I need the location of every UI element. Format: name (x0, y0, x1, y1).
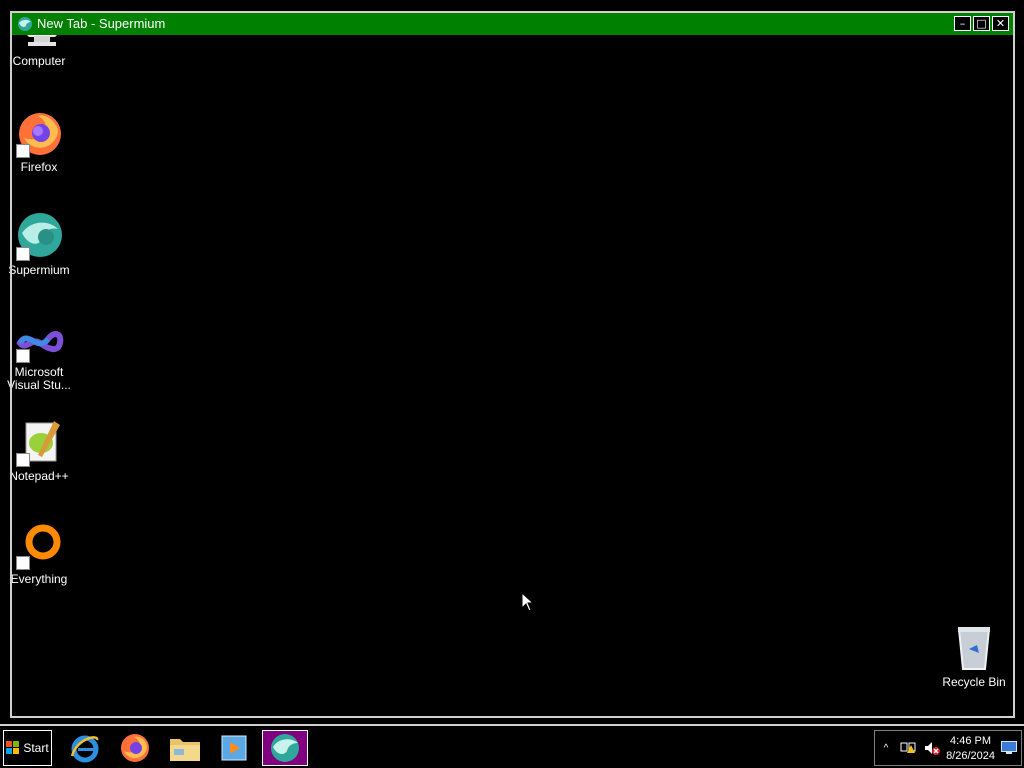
system-tray: ^ 4:46 PM 8/26/2024 (874, 730, 1022, 766)
window-controls: – □ ✕ (954, 16, 1009, 31)
media-player-icon (221, 735, 247, 761)
clock[interactable]: 4:46 PM 8/26/2024 (946, 734, 995, 764)
taskbar-app-ie[interactable] (62, 730, 108, 766)
supermium-icon (271, 734, 299, 762)
taskbar-app-file-explorer[interactable] (162, 730, 208, 766)
browser-window: New Tab - Supermium – □ ✕ (10, 11, 1015, 718)
maximize-button[interactable]: □ (973, 16, 990, 31)
minimize-button[interactable]: – (954, 16, 971, 31)
close-button[interactable]: ✕ (992, 16, 1009, 31)
clock-date: 8/26/2024 (946, 750, 995, 762)
supermium-icon (18, 17, 32, 31)
browser-content[interactable] (12, 35, 1013, 716)
mouse-cursor-icon (521, 592, 535, 612)
ie-icon (70, 735, 99, 763)
start-label: Start (23, 741, 49, 755)
window-titlebar[interactable]: New Tab - Supermium – □ ✕ (12, 13, 1013, 35)
volume-muted-icon[interactable] (923, 739, 941, 757)
clock-time: 4:46 PM (950, 735, 992, 747)
taskbar: Start ^ 4:46 PM 8/26/2024 (0, 724, 1024, 768)
window-title: New Tab - Supermium (37, 16, 166, 31)
show-hidden-icons-button[interactable]: ^ (879, 743, 893, 754)
show-desktop-icon[interactable] (1001, 741, 1017, 755)
folder-icon (170, 739, 200, 761)
taskbar-app-media-player[interactable] (211, 730, 257, 766)
network-icon[interactable] (899, 739, 917, 757)
taskbar-app-firefox[interactable] (112, 730, 158, 766)
start-button[interactable]: Start (3, 730, 52, 766)
taskbar-app-supermium[interactable] (262, 730, 308, 766)
windows-logo-icon (6, 741, 20, 754)
firefox-icon (121, 734, 149, 762)
